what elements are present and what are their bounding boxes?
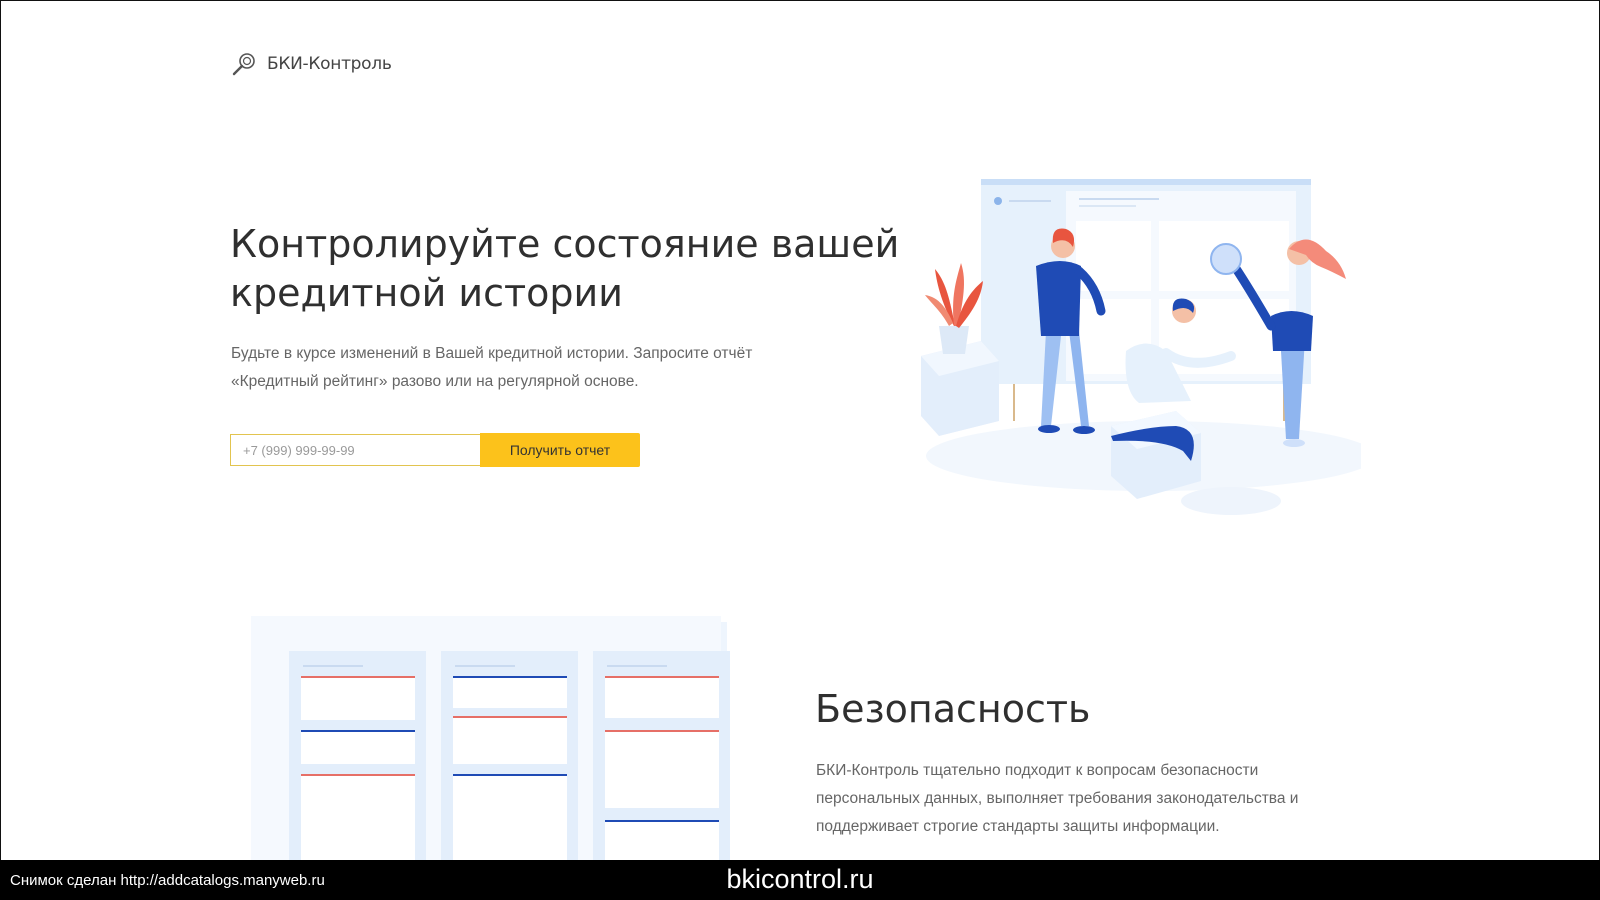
page: БКИ-Контроль Контролируйте состояние ваш… bbox=[0, 0, 1600, 861]
hero-title-line-2: кредитной истории bbox=[230, 271, 623, 315]
caption-domain: bkicontrol.ru bbox=[726, 864, 874, 894]
hero-title-line-1: Контролируйте состояние вашей bbox=[230, 222, 900, 266]
screenshot-caption-bar: Снимок сделан http://addcatalogs.manyweb… bbox=[0, 860, 1600, 900]
phone-input[interactable] bbox=[230, 434, 480, 466]
security-description-line-2: персональных данных, выполняет требовани… bbox=[816, 790, 1299, 807]
report-request-form: Получить отчет bbox=[230, 433, 640, 467]
hero-description-line-1: Будьте в курсе изменений в Вашей кредитн… bbox=[231, 345, 753, 362]
security-description-line-3: поддерживает строгие стандарты защиты ин… bbox=[816, 818, 1220, 835]
hero-description: Будьте в курсе изменений в Вашей кредитн… bbox=[231, 340, 831, 396]
magnifier-icon bbox=[232, 53, 255, 76]
security-description-line-1: БКИ-Контроль тщательно подходит к вопрос… bbox=[816, 762, 1259, 779]
logo-text: БКИ-Контроль bbox=[267, 54, 392, 74]
team-illustration bbox=[921, 179, 1361, 515]
kanban-illustration bbox=[251, 616, 730, 861]
get-report-button[interactable]: Получить отчет bbox=[480, 433, 640, 467]
hero-title: Контролируйте состояние вашей кредитной … bbox=[230, 220, 910, 318]
logo[interactable]: БКИ-Контроль bbox=[231, 51, 392, 77]
hero-description-line-2: «Кредитный рейтинг» разово или на регуля… bbox=[231, 373, 639, 390]
security-description: БКИ-Контроль тщательно подходит к вопрос… bbox=[816, 757, 1356, 841]
security-title: Безопасность bbox=[815, 687, 1091, 731]
